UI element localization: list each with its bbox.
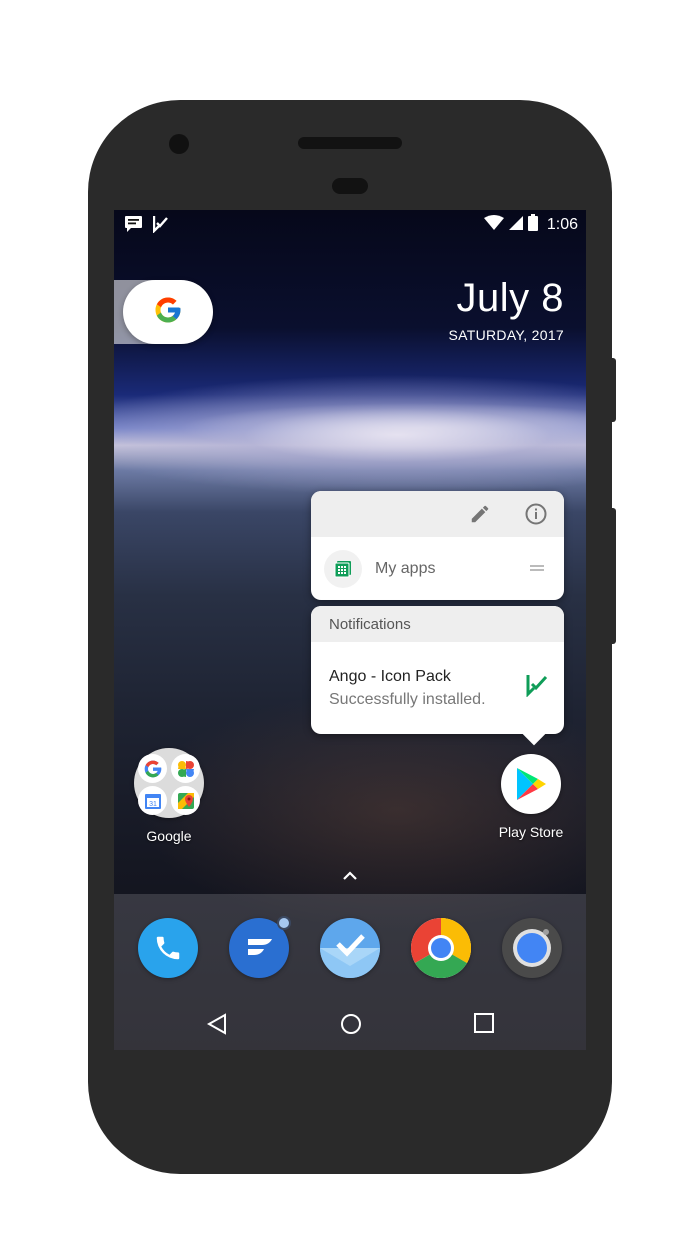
play-store-app[interactable]: Play Store xyxy=(491,754,571,840)
home-button[interactable] xyxy=(339,1012,363,1041)
volume-button xyxy=(610,508,616,644)
proximity-sensor xyxy=(332,178,368,194)
calendar-icon: 31 xyxy=(138,786,167,815)
play-store-icon xyxy=(501,754,561,814)
signal-icon xyxy=(508,215,523,236)
popup-pointer xyxy=(522,722,546,746)
earpiece-speaker xyxy=(298,137,402,149)
play-store-label: Play Store xyxy=(498,824,564,840)
notification-dot-icon xyxy=(277,916,291,930)
wifi-icon xyxy=(483,214,504,236)
drag-handle-icon[interactable] xyxy=(530,565,544,571)
maps-icon xyxy=(171,786,200,815)
notification-body: Successfully installed. xyxy=(329,691,486,708)
status-time: 1:06 xyxy=(546,216,578,233)
notifications-header: Notifications xyxy=(311,606,564,642)
ango-check-icon xyxy=(152,215,169,238)
app-info-icon[interactable] xyxy=(524,502,548,531)
folder-icon: 31 xyxy=(134,748,204,818)
inbox-icon[interactable] xyxy=(320,918,380,978)
recents-button[interactable] xyxy=(473,1012,495,1039)
google-icon xyxy=(138,754,167,783)
google-folder[interactable]: 31 Google xyxy=(133,748,205,844)
flow-app-icon[interactable] xyxy=(229,916,291,978)
camera-icon[interactable] xyxy=(502,918,562,978)
shortcuts-header xyxy=(311,491,564,537)
home-screen: 1:06 July 8 SATURDAY, 2017 My apps Notif… xyxy=(114,210,586,1050)
app-drawer-chevron-icon[interactable] xyxy=(340,868,360,887)
shortcut-my-apps[interactable]: My apps xyxy=(311,537,564,600)
google-folder-label: Google xyxy=(146,828,192,844)
google-search-widget[interactable] xyxy=(123,280,213,344)
edit-pencil-icon[interactable] xyxy=(469,503,491,530)
phone-icon[interactable] xyxy=(138,918,198,978)
photos-icon xyxy=(171,754,200,783)
my-apps-label: My apps xyxy=(375,560,436,577)
date-display[interactable]: July 8 xyxy=(457,276,565,321)
back-button[interactable] xyxy=(206,1012,228,1041)
svg-text:31: 31 xyxy=(149,801,157,808)
ango-check-icon xyxy=(526,673,548,702)
message-notification-icon xyxy=(124,215,143,238)
notification-popup[interactable]: Notifications Ango - Icon Pack Successfu… xyxy=(311,606,564,746)
navigation-bar xyxy=(114,1000,586,1050)
app-shortcuts-popup: My apps xyxy=(311,491,564,600)
status-bar: 1:06 xyxy=(114,210,586,238)
day-year-display: SATURDAY, 2017 xyxy=(448,327,564,343)
power-button xyxy=(610,358,616,422)
google-g-icon xyxy=(153,295,183,330)
notification-title: Ango - Icon Pack xyxy=(329,668,451,685)
front-camera xyxy=(169,134,189,154)
battery-icon xyxy=(527,214,538,236)
my-apps-icon xyxy=(324,550,362,588)
chrome-icon[interactable] xyxy=(411,918,471,978)
